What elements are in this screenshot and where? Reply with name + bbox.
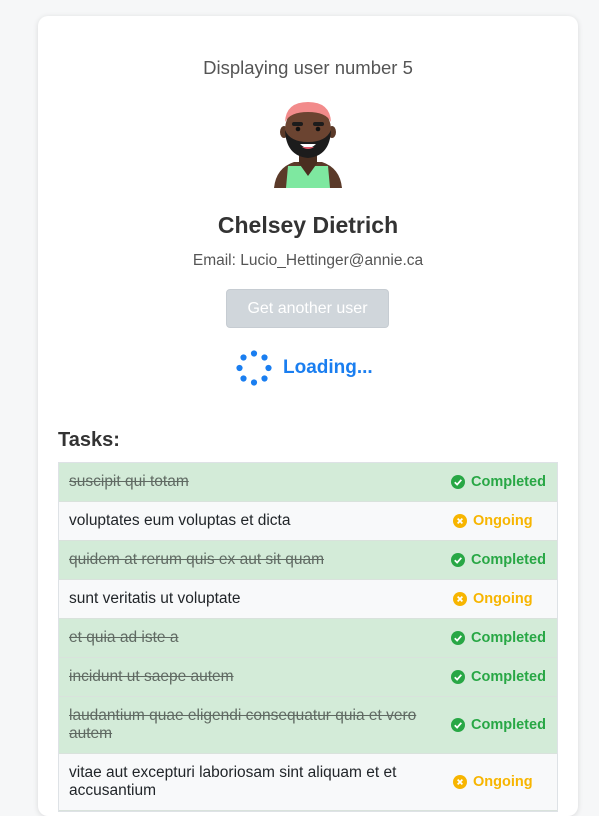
task-status-label: Ongoing bbox=[473, 774, 533, 790]
task-title: quidem at rerum quis ex aut sit quam bbox=[69, 551, 325, 568]
task-item[interactable]: laudantium quae eligendi consequatur qui… bbox=[59, 697, 557, 754]
task-status: Completed bbox=[451, 474, 547, 490]
task-title: sunt veritatis ut voluptate bbox=[69, 590, 241, 607]
task-status: Ongoing bbox=[453, 774, 549, 790]
check-circle-icon bbox=[451, 553, 465, 567]
task-item[interactable]: suscipit qui totam Completed bbox=[59, 463, 557, 502]
user-name: Chelsey Dietrich bbox=[217, 212, 399, 238]
avatar bbox=[274, 102, 342, 188]
task-item[interactable]: quidem at rerum quis ex aut sit quam Com… bbox=[59, 541, 557, 580]
loading-indicator: Loading... bbox=[235, 350, 373, 386]
check-circle-icon bbox=[451, 475, 465, 489]
user-card: Displaying user number 5 Chelsey Dietric… bbox=[38, 16, 578, 816]
get-another-user-button[interactable]: Get another user bbox=[226, 289, 389, 328]
page-heading: Displaying user number 5 bbox=[203, 57, 413, 78]
task-status: Completed bbox=[451, 552, 547, 568]
task-status-label: Ongoing bbox=[473, 591, 533, 607]
task-status-label: Completed bbox=[471, 630, 546, 646]
task-item[interactable]: vitae aut excepturi laboriosam sint aliq… bbox=[59, 754, 557, 811]
task-status: Completed bbox=[451, 669, 547, 685]
spinner-icon bbox=[236, 350, 272, 386]
check-circle-icon bbox=[451, 631, 465, 645]
task-item[interactable]: sunt veritatis ut voluptate Ongoing bbox=[59, 580, 557, 619]
task-status-label: Completed bbox=[471, 717, 546, 733]
task-item[interactable]: et quia ad iste a Completed bbox=[59, 619, 557, 658]
task-status-label: Completed bbox=[471, 669, 546, 685]
check-circle-icon bbox=[451, 670, 465, 684]
task-title: suscipit qui totam bbox=[69, 473, 189, 490]
x-circle-icon bbox=[453, 775, 467, 789]
task-title: incidunt ut saepe autem bbox=[69, 668, 234, 685]
task-item[interactable]: voluptates eum voluptas et dicta Ongoing bbox=[59, 502, 557, 541]
task-status-label: Completed bbox=[471, 552, 546, 568]
task-title: laudantium quae eligendi consequatur qui… bbox=[69, 707, 417, 742]
check-circle-icon bbox=[451, 718, 465, 732]
task-item[interactable]: incidunt ut saepe autem Completed bbox=[59, 658, 557, 697]
x-circle-icon bbox=[453, 514, 467, 528]
task-status: Completed bbox=[451, 630, 547, 646]
task-status-label: Ongoing bbox=[473, 513, 533, 529]
task-status-label: Completed bbox=[471, 474, 546, 490]
task-title: voluptates eum voluptas et dicta bbox=[69, 512, 291, 529]
task-title: vitae aut excepturi laboriosam sint aliq… bbox=[69, 764, 397, 799]
task-list: suscipit qui totam Completed voluptates … bbox=[58, 462, 558, 812]
task-title: et quia ad iste a bbox=[69, 629, 179, 646]
user-email: Email: Lucio_Hettinger@annie.ca bbox=[192, 252, 424, 269]
tasks-heading: Tasks: bbox=[58, 429, 120, 451]
x-circle-icon bbox=[453, 592, 467, 606]
task-status: Completed bbox=[451, 717, 547, 733]
task-status: Ongoing bbox=[453, 513, 549, 529]
task-status: Ongoing bbox=[453, 591, 549, 607]
loading-text: Loading... bbox=[283, 357, 373, 378]
